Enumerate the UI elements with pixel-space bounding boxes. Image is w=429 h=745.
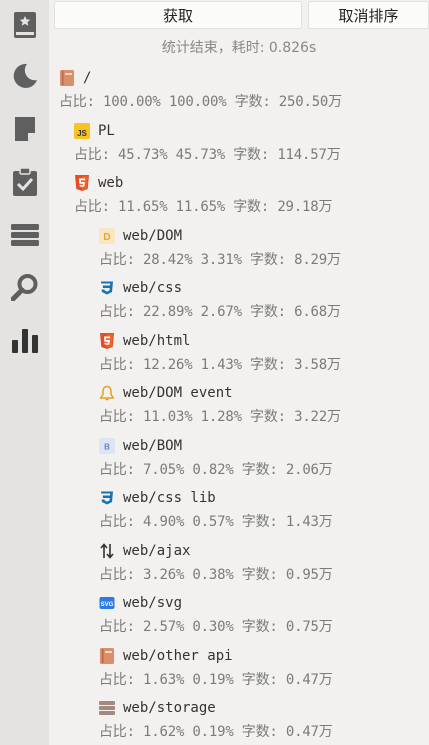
tree-node[interactable]: / 占比: 100.00% 100.00% 字数: 250.50万 xyxy=(59,68,342,111)
tree-node[interactable]: JS PL 占比: 45.73% 45.73% 字数: 114.57万 xyxy=(74,121,341,164)
node-name: web/BOM xyxy=(123,438,183,454)
node-stats: 占比: 11.65% 11.65% 字数: 29.18万 xyxy=(74,199,333,215)
note-icon[interactable] xyxy=(10,114,39,143)
node-stats: 占比: 100.00% 100.00% 字数: 250.50万 xyxy=(59,94,342,110)
svg-icon: SVG xyxy=(99,595,115,611)
node-stats: 占比: 12.26% 1.43% 字数: 3.58万 xyxy=(99,357,341,373)
stack-icon[interactable] xyxy=(10,220,39,249)
node-name: PL xyxy=(98,123,115,139)
node-stats: 占比: 11.03% 1.28% 字数: 3.22万 xyxy=(99,409,341,425)
node-stats: 占比: 3.26% 0.38% 字数: 0.95万 xyxy=(99,567,333,583)
sidebar xyxy=(0,0,49,745)
status-text: 统计结束，耗时: 0.826s xyxy=(161,40,317,56)
bom-icon-label: B xyxy=(104,443,110,452)
tree-node[interactable]: web/css 占比: 22.89% 2.67% 字数: 6.68万 xyxy=(99,278,341,321)
svg-icon-label: SVG xyxy=(101,602,114,608)
stats-panel: 获取 取消排序 统计结束，耗时: 0.826s / 占比: 100.00% 10… xyxy=(49,0,429,745)
swap-arrows-icon xyxy=(99,543,115,559)
node-name: web xyxy=(98,175,124,191)
tree-node[interactable]: web/html 占比: 12.26% 1.43% 字数: 3.58万 xyxy=(99,331,341,374)
tree-node[interactable]: B web/BOM 占比: 7.05% 0.82% 字数: 2.06万 xyxy=(99,436,333,479)
bell-icon xyxy=(99,385,115,401)
css3-icon xyxy=(99,490,115,506)
node-stats: 占比: 2.57% 0.30% 字数: 0.75万 xyxy=(99,619,333,635)
node-name: / xyxy=(83,70,92,86)
node-name: web/css xyxy=(123,280,183,296)
node-stats: 占比: 4.90% 0.57% 字数: 1.43万 xyxy=(99,514,333,530)
html5-icon xyxy=(74,175,90,191)
node-stats: 占比: 22.89% 2.67% 字数: 6.68万 xyxy=(99,304,341,320)
dom-icon-label: D xyxy=(103,232,110,243)
tree-node[interactable]: web/storage 占比: 1.62% 0.19% 字数: 0.47万 xyxy=(99,698,333,741)
tree-node[interactable]: web/css lib 占比: 4.90% 0.57% 字数: 1.43万 xyxy=(99,488,333,531)
node-stats: 占比: 1.63% 0.19% 字数: 0.47万 xyxy=(99,672,333,688)
js-icon: JS xyxy=(74,123,90,139)
clipboard-check-icon[interactable] xyxy=(10,167,39,196)
node-name: web/html xyxy=(123,333,191,349)
bookmark-icon[interactable] xyxy=(10,10,39,39)
book-icon xyxy=(59,70,75,86)
node-name: web/css lib xyxy=(123,490,216,506)
tree-node[interactable]: SVG web/svg 占比: 2.57% 0.30% 字数: 0.75万 xyxy=(99,593,333,636)
node-name: web/storage xyxy=(123,700,216,716)
node-name: web/ajax xyxy=(123,543,191,559)
bom-icon: B xyxy=(99,438,115,454)
dom-icon: D xyxy=(99,228,115,244)
node-name: web/DOM event xyxy=(123,385,233,401)
tree-node[interactable]: web/ajax 占比: 3.26% 0.38% 字数: 0.95万 xyxy=(99,541,333,584)
fetch-button[interactable]: 获取 xyxy=(54,1,302,29)
moon-icon[interactable] xyxy=(10,61,39,90)
tree-node[interactable]: web 占比: 11.65% 11.65% 字数: 29.18万 xyxy=(74,173,332,216)
bar-chart-icon[interactable] xyxy=(10,325,39,354)
css3-icon xyxy=(99,280,115,296)
search-icon[interactable] xyxy=(10,272,39,301)
storage-icon xyxy=(99,700,115,716)
html5-icon xyxy=(99,333,115,349)
node-stats: 占比: 28.42% 3.31% 字数: 8.29万 xyxy=(99,252,341,268)
tree-node[interactable]: web/DOM event 占比: 11.03% 1.28% 字数: 3.22万 xyxy=(99,383,341,426)
cancel-sort-button[interactable]: 取消排序 xyxy=(308,1,429,29)
node-stats: 占比: 7.05% 0.82% 字数: 2.06万 xyxy=(99,462,333,478)
node-name: web/DOM xyxy=(123,228,183,244)
tree-node[interactable]: D web/DOM 占比: 28.42% 3.31% 字数: 8.29万 xyxy=(99,226,341,269)
node-stats: 占比: 45.73% 45.73% 字数: 114.57万 xyxy=(74,147,341,163)
tree-node[interactable]: web/other api 占比: 1.63% 0.19% 字数: 0.47万 xyxy=(99,646,333,689)
node-name: web/svg xyxy=(123,595,183,611)
node-stats: 占比: 1.62% 0.19% 字数: 0.47万 xyxy=(99,724,333,740)
js-icon-label: JS xyxy=(77,129,87,138)
node-name: web/other api xyxy=(123,648,233,664)
book-icon xyxy=(99,648,115,664)
